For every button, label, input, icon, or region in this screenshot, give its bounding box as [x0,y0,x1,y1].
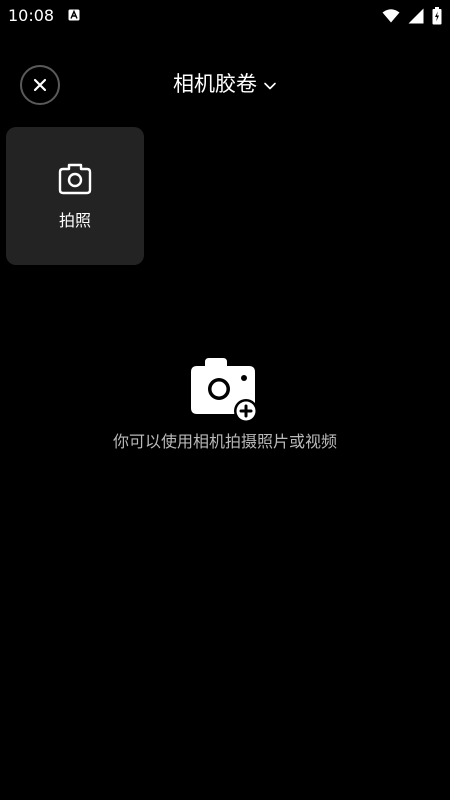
status-bar: 10:08 [0,0,450,32]
header: 相机胶卷 [0,60,450,110]
status-time: 10:08 [8,6,55,25]
take-photo-label: 拍照 [58,211,91,230]
empty-state-message: 你可以使用相机拍摄照片或视频 [112,432,337,451]
a-badge-icon [68,9,80,21]
empty-state: 你可以使用相机拍摄照片或视频 [0,356,450,452]
signal-icon [408,8,424,24]
status-icons [382,6,442,26]
battery-icon [432,7,442,25]
close-button[interactable] [20,65,60,105]
close-icon [33,78,47,92]
wifi-icon [382,9,400,23]
chevron-down-icon [264,82,276,89]
album-selector[interactable]: 相机胶卷 [0,60,450,108]
camera-add-icon [191,358,258,423]
page-title: 相机胶卷 [173,72,257,96]
take-photo-button[interactable]: 拍照 [6,127,144,265]
camera-icon [58,163,92,195]
